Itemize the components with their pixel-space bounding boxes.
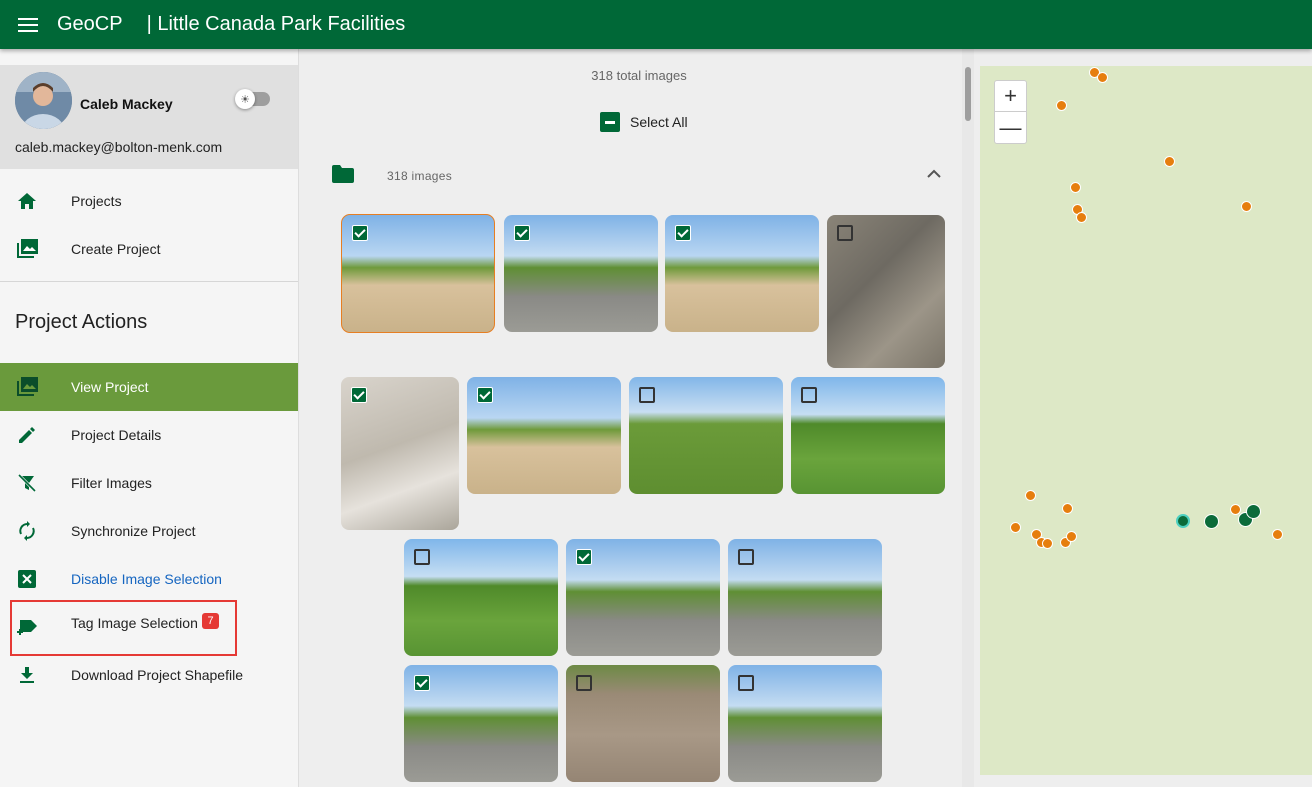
sync-icon xyxy=(15,519,39,543)
selected-location-marker[interactable] xyxy=(1246,504,1261,519)
image-location-marker[interactable] xyxy=(1066,531,1077,542)
image-thumbnail[interactable] xyxy=(629,377,783,494)
select-all-label: Select All xyxy=(630,114,688,130)
checked-checkbox-icon[interactable] xyxy=(351,387,367,403)
unchecked-checkbox-icon[interactable] xyxy=(738,675,754,691)
image-thumbnail[interactable] xyxy=(404,665,558,782)
project-title: | Little Canada Park Facilities xyxy=(146,13,406,35)
image-location-marker[interactable] xyxy=(1272,529,1283,540)
image-thumbnail[interactable] xyxy=(566,665,720,782)
image-location-marker[interactable] xyxy=(1164,156,1175,167)
nav-download-shapefile[interactable]: Download Project Shapefile xyxy=(0,651,298,699)
nav-view-project[interactable]: View Project xyxy=(0,363,298,411)
avatar xyxy=(15,72,72,129)
image-thumbnail[interactable] xyxy=(341,377,459,530)
chevron-up-icon[interactable] xyxy=(924,164,944,184)
sun-icon: ☀ xyxy=(235,89,255,109)
unchecked-checkbox-icon[interactable] xyxy=(576,675,592,691)
image-thumbnail[interactable] xyxy=(728,539,882,656)
folder-icon xyxy=(332,165,354,183)
checked-checkbox-icon[interactable] xyxy=(414,675,430,691)
nav-projects[interactable]: Projects xyxy=(0,177,298,225)
checked-checkbox-icon[interactable] xyxy=(514,225,530,241)
image-thumbnail[interactable] xyxy=(728,665,882,782)
nav-create-project-label: Create Project xyxy=(71,241,161,257)
unchecked-checkbox-icon[interactable] xyxy=(414,549,430,565)
zoom-control: + — xyxy=(994,80,1027,144)
image-gallery: 318 total images Select All 318 images xyxy=(299,49,962,787)
divider xyxy=(0,281,298,282)
photo-library-icon xyxy=(15,375,39,399)
nav-filter-images[interactable]: Filter Images xyxy=(0,459,298,507)
image-thumbnail[interactable] xyxy=(791,377,945,494)
image-location-marker[interactable] xyxy=(1025,490,1036,501)
zoom-in-button[interactable]: + xyxy=(995,81,1026,112)
image-location-marker[interactable] xyxy=(1070,182,1081,193)
nav-synchronize-project[interactable]: Synchronize Project xyxy=(0,507,298,555)
image-location-marker[interactable] xyxy=(1076,212,1087,223)
image-thumbnail[interactable] xyxy=(665,215,819,332)
nav-disable-image-selection[interactable]: Disable Image Selection xyxy=(0,555,298,603)
app-header: GeoCP | Little Canada Park Facilities xyxy=(0,0,1312,49)
photo-library-icon xyxy=(15,237,39,261)
zoom-out-button[interactable]: — xyxy=(995,112,1026,143)
nav-synchronize-project-label: Synchronize Project xyxy=(71,523,196,539)
highlight-annotation xyxy=(10,600,237,656)
indeterminate-checkbox-icon xyxy=(600,112,620,132)
image-location-marker[interactable] xyxy=(1010,522,1021,533)
gallery-scrollbar[interactable] xyxy=(962,49,974,787)
nav-create-project[interactable]: Create Project xyxy=(0,225,298,273)
app-name[interactable]: GeoCP xyxy=(57,13,123,36)
image-thumbnail[interactable] xyxy=(827,215,945,368)
image-location-marker[interactable] xyxy=(1042,538,1053,549)
scrollbar-thumb[interactable] xyxy=(965,67,971,121)
image-thumbnail[interactable] xyxy=(504,215,658,332)
filter-off-icon xyxy=(15,471,39,495)
close-box-icon xyxy=(15,567,39,591)
folder-image-count: 318 images xyxy=(387,169,453,183)
selected-location-marker[interactable] xyxy=(1204,514,1219,529)
nav-project-details-label: Project Details xyxy=(71,427,162,443)
image-thumbnail[interactable] xyxy=(566,539,720,656)
user-name: Caleb Mackey xyxy=(80,96,173,112)
current-image-marker[interactable] xyxy=(1176,514,1190,528)
nav-download-shapefile-label: Download Project Shapefile xyxy=(71,667,243,683)
unchecked-checkbox-icon[interactable] xyxy=(738,549,754,565)
unchecked-checkbox-icon[interactable] xyxy=(837,225,853,241)
nav-view-project-label: View Project xyxy=(71,379,149,395)
unchecked-checkbox-icon[interactable] xyxy=(801,387,817,403)
checked-checkbox-icon[interactable] xyxy=(675,225,691,241)
sidebar: Caleb Mackey ☀ caleb.mackey@bolton-menk.… xyxy=(0,49,299,787)
image-location-marker[interactable] xyxy=(1097,72,1108,83)
checked-checkbox-icon[interactable] xyxy=(477,387,493,403)
unchecked-checkbox-icon[interactable] xyxy=(639,387,655,403)
nav-filter-images-label: Filter Images xyxy=(71,475,152,491)
image-location-marker[interactable] xyxy=(1062,503,1073,514)
total-images: 318 total images xyxy=(591,68,687,83)
image-thumbnail[interactable] xyxy=(404,539,558,656)
home-icon xyxy=(15,189,39,213)
image-location-marker[interactable] xyxy=(1241,201,1252,212)
checked-checkbox-icon[interactable] xyxy=(576,549,592,565)
project-actions-title: Project Actions xyxy=(15,311,148,333)
download-icon xyxy=(15,663,39,687)
pencil-icon xyxy=(15,423,39,447)
image-location-marker[interactable] xyxy=(1056,100,1067,111)
nav-projects-label: Projects xyxy=(71,193,122,209)
image-thumbnail[interactable] xyxy=(341,214,495,333)
checked-checkbox-icon[interactable] xyxy=(352,225,368,241)
nav-disable-image-selection-label: Disable Image Selection xyxy=(71,571,222,587)
image-thumbnail[interactable] xyxy=(467,377,621,494)
menu-icon[interactable] xyxy=(0,0,56,49)
theme-toggle[interactable]: ☀ xyxy=(235,89,270,109)
user-panel: Caleb Mackey ☀ caleb.mackey@bolton-menk.… xyxy=(0,65,298,169)
nav-project-details[interactable]: Project Details xyxy=(0,411,298,459)
map-view[interactable]: + — xyxy=(980,66,1312,775)
user-email: caleb.mackey@bolton-menk.com xyxy=(15,139,223,155)
select-all-checkbox[interactable]: Select All xyxy=(600,111,688,133)
